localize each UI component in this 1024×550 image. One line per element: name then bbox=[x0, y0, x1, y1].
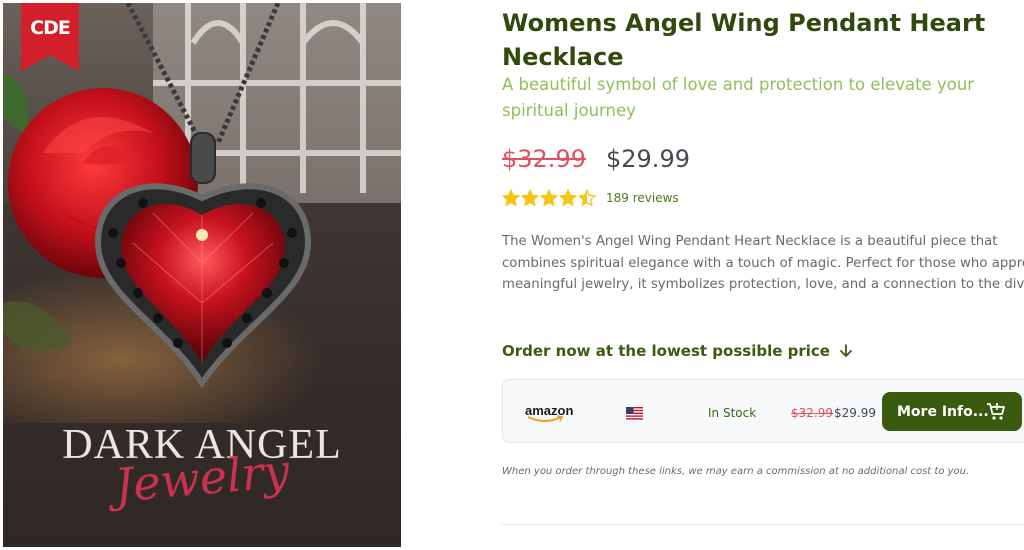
cart-icon bbox=[987, 403, 1005, 420]
description-line: combines spiritual elegance with a touch… bbox=[502, 255, 1024, 271]
star-rating bbox=[502, 189, 597, 207]
more-info-button[interactable]: More Info... bbox=[882, 392, 1022, 431]
star-full-icon bbox=[559, 189, 577, 206]
product-description: The Women's Angel Wing Pendant Heart Nec… bbox=[502, 231, 1024, 296]
product-subtitle: A beautiful symbol of love and protectio… bbox=[502, 75, 975, 120]
arrow-down-icon bbox=[840, 344, 852, 358]
brand-logo: CDE bbox=[21, 3, 79, 71]
reviews-link[interactable]: 189 reviews bbox=[606, 191, 679, 205]
star-full-icon bbox=[540, 189, 558, 206]
star-full-icon bbox=[521, 189, 539, 206]
star-full-icon bbox=[502, 189, 520, 206]
amazon-logo: amazon bbox=[525, 402, 573, 422]
brand-logo-text: CDE bbox=[30, 17, 71, 39]
order-heading: Order now at the lowest possible price bbox=[502, 342, 854, 360]
offer-original-price: $32.99 bbox=[791, 406, 833, 420]
sale-price: $29.99 bbox=[606, 145, 690, 173]
more-info-label: More Info... bbox=[897, 403, 989, 420]
affiliate-disclaimer: When you order through these links, we m… bbox=[502, 466, 970, 477]
offer-row: amazon In Stock $32.99 $29.99 More Info.… bbox=[502, 379, 1024, 443]
star-half-icon bbox=[578, 189, 596, 206]
product-title: Womens Angel Wing Pendant Heart Necklace bbox=[502, 9, 986, 71]
stock-status: In Stock bbox=[708, 406, 757, 420]
offer-sale-price: $29.99 bbox=[834, 406, 876, 420]
us-flag-icon bbox=[626, 407, 643, 420]
divider bbox=[502, 524, 1024, 525]
order-heading-text: Order now at the lowest possible price bbox=[502, 342, 830, 360]
description-line: meaningful jewelry, it symbolizes protec… bbox=[502, 277, 1024, 292]
product-image: CDE DARK ANGEL Jewelry bbox=[3, 3, 401, 547]
original-price: $32.99 bbox=[502, 145, 586, 173]
rating: 189 reviews bbox=[502, 188, 679, 208]
description-line: The Women's Angel Wing Pendant Heart Nec… bbox=[502, 234, 998, 249]
